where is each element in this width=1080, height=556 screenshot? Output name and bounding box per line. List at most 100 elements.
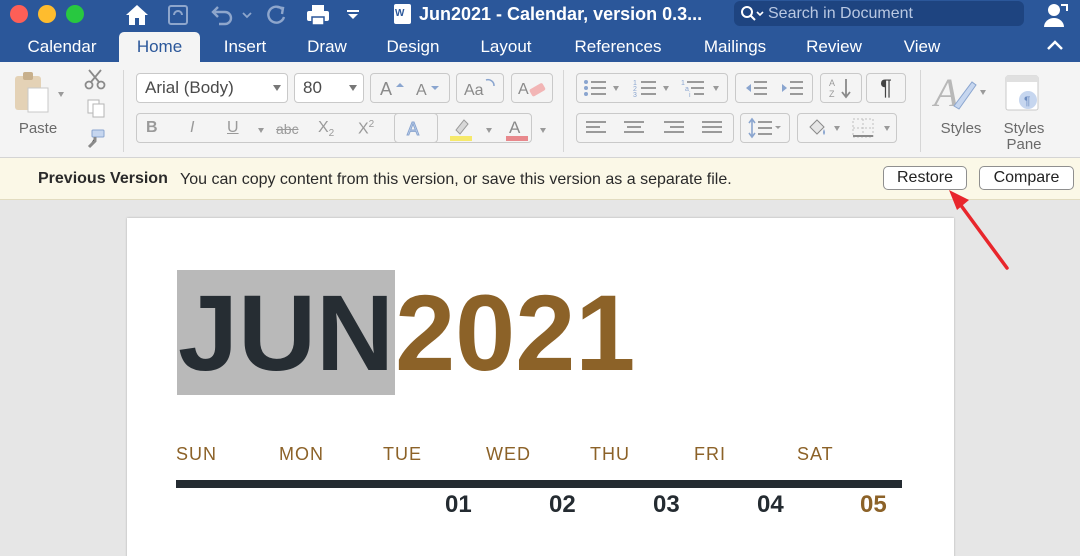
show-formatting-button[interactable]: ¶ <box>866 73 906 103</box>
tab-insert[interactable]: Insert <box>212 32 278 62</box>
year-text[interactable]: 2021 <box>395 270 635 395</box>
styles-pane-label: Styles Pane <box>998 121 1050 153</box>
title-bar: W Jun2021 - Calendar, version 0.3... <box>0 0 1080 30</box>
font-name-select[interactable]: Arial (Body) <box>136 73 288 103</box>
superscript-button[interactable]: X2 <box>358 119 374 138</box>
copy-icon[interactable] <box>86 98 106 123</box>
svg-text:3: 3 <box>633 92 637 98</box>
minimize-window-button[interactable] <box>38 5 56 23</box>
ribbon-tabs: Calendar Home Insert Draw Design Layout … <box>0 30 1080 62</box>
tab-references[interactable]: References <box>562 32 674 62</box>
redo-icon[interactable] <box>262 2 290 28</box>
tab-draw[interactable]: Draw <box>296 32 358 62</box>
font-size-select[interactable]: 80 <box>294 73 364 103</box>
close-window-button[interactable] <box>10 5 28 23</box>
infobar-title: Previous Version <box>38 170 168 187</box>
day-tue: TUE <box>383 444 422 464</box>
tab-home[interactable]: Home <box>119 32 200 62</box>
sync-save-icon[interactable] <box>164 2 192 28</box>
paste-label: Paste <box>18 120 58 137</box>
day-wed: WED <box>486 444 531 464</box>
print-icon[interactable] <box>304 2 332 28</box>
align-left-icon[interactable] <box>585 119 607 141</box>
cut-icon[interactable] <box>84 68 106 95</box>
borders-dropdown-icon[interactable] <box>884 126 890 131</box>
strikethrough-button[interactable]: abc <box>276 121 299 137</box>
underline-dropdown-icon[interactable] <box>258 128 264 133</box>
document-title-text: Jun2021 - Calendar, version 0.3... <box>419 3 703 24</box>
subscript-button[interactable]: X2 <box>318 119 334 139</box>
ribbon-separator <box>920 70 921 152</box>
customize-toolbar-icon[interactable] <box>344 2 362 28</box>
multilevel-list-dropdown-icon[interactable] <box>713 86 719 91</box>
styles-dropdown-icon[interactable] <box>980 90 986 95</box>
bullets-icon[interactable] <box>583 78 607 102</box>
svg-text:A: A <box>416 82 427 98</box>
highlight-dropdown-icon[interactable] <box>486 128 492 133</box>
font-color-icon[interactable]: A <box>504 116 530 147</box>
paste-icon[interactable] <box>12 70 52 119</box>
search-input[interactable] <box>768 4 1018 23</box>
sort-icon[interactable]: AZ <box>820 73 862 103</box>
alignment-group <box>576 113 734 143</box>
day-thu: THU <box>590 444 630 464</box>
indent-group <box>735 73 813 103</box>
underline-button[interactable]: U <box>227 119 239 137</box>
undo-icon[interactable] <box>208 2 236 28</box>
grow-font-icon[interactable]: A <box>379 78 407 102</box>
multilevel-list-icon[interactable]: 1ai <box>681 78 705 102</box>
font-size-buttons: A A <box>370 73 450 103</box>
week-divider <box>176 480 902 488</box>
shrink-font-icon[interactable]: A <box>415 78 443 102</box>
month-text-selected[interactable]: JUN <box>177 270 396 395</box>
shading-icon[interactable] <box>804 117 828 143</box>
document-page[interactable]: JUN 2021 SUN MON TUE WED THU FRI SAT 01 … <box>127 218 954 556</box>
svg-text:A: A <box>509 118 521 137</box>
tab-design[interactable]: Design <box>377 32 449 62</box>
day-mon: MON <box>279 444 324 464</box>
tab-review[interactable]: Review <box>796 32 872 62</box>
change-case-icon[interactable]: Aa <box>456 73 504 103</box>
undo-dropdown-icon[interactable] <box>240 2 254 28</box>
highlight-icon[interactable] <box>448 116 474 147</box>
svg-text:A: A <box>380 79 392 98</box>
svg-text:A: A <box>518 81 529 98</box>
tab-calendar[interactable]: Calendar <box>14 32 110 62</box>
list-group: 123 1ai <box>576 73 728 103</box>
justify-icon[interactable] <box>701 119 723 141</box>
clear-formatting-icon[interactable]: A <box>511 73 553 103</box>
borders-icon[interactable] <box>852 118 874 142</box>
numbering-icon[interactable]: 123 <box>633 78 657 102</box>
maximize-window-button[interactable] <box>66 5 84 23</box>
share-person-icon[interactable] <box>1043 2 1069 33</box>
ribbon-separator <box>123 70 124 152</box>
bullets-dropdown-icon[interactable] <box>613 86 619 91</box>
align-center-icon[interactable] <box>623 119 645 141</box>
search-box[interactable] <box>734 1 1024 26</box>
align-right-icon[interactable] <box>663 119 685 141</box>
italic-button[interactable]: I <box>190 119 194 137</box>
home-icon[interactable] <box>122 2 152 28</box>
paste-dropdown-icon[interactable] <box>58 92 64 97</box>
styles-label: Styles <box>940 120 982 137</box>
tab-view[interactable]: View <box>893 32 951 62</box>
numbering-dropdown-icon[interactable] <box>663 86 669 91</box>
styles-icon[interactable]: A <box>931 70 978 121</box>
svg-text:Z: Z <box>829 89 835 99</box>
increase-indent-icon[interactable] <box>780 79 804 101</box>
tab-layout[interactable]: Layout <box>468 32 544 62</box>
collapse-ribbon-icon[interactable] <box>1046 38 1064 57</box>
svg-text:¶: ¶ <box>1024 94 1030 108</box>
tab-mailings[interactable]: Mailings <box>692 32 778 62</box>
svg-text:i: i <box>689 92 691 98</box>
font-color-dropdown-icon[interactable] <box>540 128 546 133</box>
day-sat: SAT <box>797 444 834 464</box>
shading-dropdown-icon[interactable] <box>834 126 840 131</box>
text-effects-icon[interactable]: A <box>394 113 438 143</box>
decrease-indent-icon[interactable] <box>744 79 768 101</box>
line-spacing-icon[interactable] <box>740 113 790 143</box>
format-painter-icon[interactable] <box>84 128 106 155</box>
font-name-dropdown-icon <box>273 85 281 91</box>
styles-pane-icon[interactable]: ¶ <box>1004 74 1044 119</box>
bold-button[interactable]: B <box>146 119 158 137</box>
